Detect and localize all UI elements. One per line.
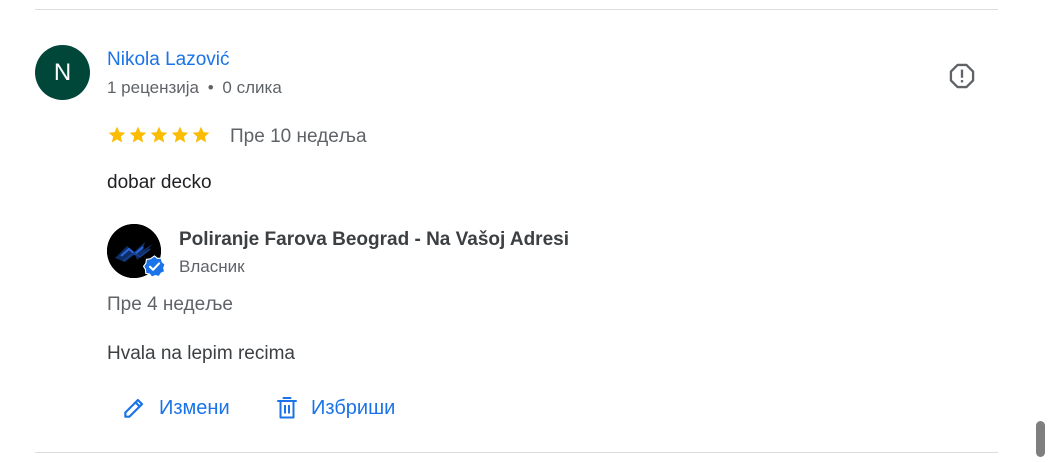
- divider-bottom: [35, 452, 998, 453]
- photos-count: 0 слика: [222, 78, 282, 97]
- scrollbar-thumb[interactable]: [1036, 421, 1045, 457]
- star-icon: [192, 126, 210, 143]
- report-flag-icon: [949, 63, 975, 89]
- reviewer-avatar-initial: N: [53, 58, 72, 86]
- report-button[interactable]: [946, 60, 978, 92]
- review-date: Пре 10 недеља: [230, 126, 367, 147]
- trash-icon: [277, 397, 297, 419]
- meta-separator: •: [207, 78, 214, 97]
- reviews-count: 1 рецензија: [107, 78, 199, 97]
- reply-date: Пре 4 недеље: [107, 294, 233, 315]
- reply-text: Hvala na lepim recima: [107, 343, 295, 364]
- reviewer-name-link[interactable]: Nikola Lazović: [107, 49, 230, 71]
- reviewer-avatar[interactable]: N: [35, 45, 90, 100]
- review-text: dobar decko: [107, 172, 212, 193]
- delete-label: Избриши: [311, 396, 396, 419]
- edit-label: Измени: [159, 396, 230, 419]
- star-icon: [171, 126, 189, 143]
- edit-reply-button[interactable]: Измени: [121, 392, 230, 424]
- owner-role: Власник: [179, 257, 245, 276]
- pencil-icon: [124, 398, 144, 418]
- delete-reply-button[interactable]: Избриши: [275, 392, 395, 424]
- star-icon: [150, 126, 168, 143]
- owner-avatar: [107, 224, 166, 278]
- star-rating: [107, 125, 211, 145]
- reviewer-meta: 1 рецензија • 0 слика: [107, 78, 282, 98]
- owner-name: Poliranje Farova Beograd - Na Vašoj Adre…: [179, 229, 569, 250]
- divider-top: [35, 9, 998, 10]
- verified-badge-icon: [143, 255, 166, 278]
- star-icon: [108, 126, 126, 143]
- star-icon: [129, 126, 147, 143]
